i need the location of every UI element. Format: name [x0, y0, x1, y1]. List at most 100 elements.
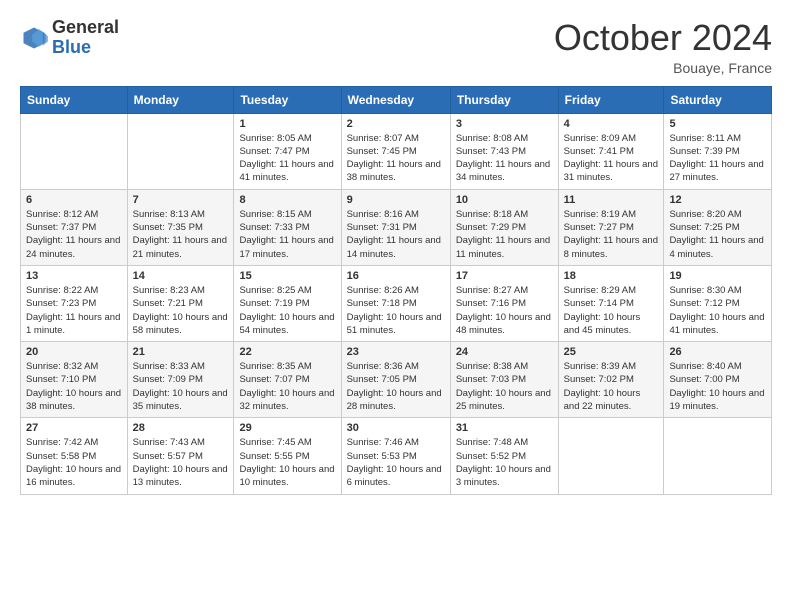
calendar-cell — [127, 113, 234, 189]
calendar-table: SundayMondayTuesdayWednesdayThursdayFrid… — [20, 86, 772, 495]
calendar-cell: 21Sunrise: 8:33 AM Sunset: 7:09 PM Dayli… — [127, 342, 234, 418]
calendar-cell — [664, 418, 772, 494]
day-number: 26 — [669, 346, 766, 358]
month-title: October 2024 — [554, 18, 772, 58]
day-info: Sunrise: 8:15 AM Sunset: 7:33 PM Dayligh… — [239, 208, 335, 261]
day-number: 15 — [239, 270, 335, 282]
page: General Blue October 2024 Bouaye, France… — [0, 0, 792, 612]
day-info: Sunrise: 8:11 AM Sunset: 7:39 PM Dayligh… — [669, 132, 766, 185]
calendar-cell: 26 Sunrise: 8:40 AM Sunset: 7:00 PM Dayli… — [664, 342, 772, 418]
logo-general-text: General — [52, 17, 119, 37]
header: General Blue October 2024 Bouaye, France — [20, 18, 772, 76]
day-number: 28 — [133, 422, 229, 434]
day-number: 25 — [564, 346, 659, 358]
day-number: 14 — [133, 270, 229, 282]
calendar-cell: 20Sunrise: 8:32 AM Sunset: 7:10 PM Dayli… — [21, 342, 128, 418]
calendar-cell: 27 Sunrise: 7:42 AM Sunset: 5:58 PM Dayli… — [21, 418, 128, 494]
calendar-week-row: 27 Sunrise: 7:42 AM Sunset: 5:58 PM Dayli… — [21, 418, 772, 494]
day-number: 8 — [239, 194, 335, 206]
calendar-week-row: 13 Sunrise: 8:22 AM Sunset: 7:23 PM Dayli… — [21, 265, 772, 341]
calendar-cell — [558, 418, 664, 494]
calendar-cell: 23Sunrise: 8:36 AM Sunset: 7:05 PM Dayli… — [341, 342, 450, 418]
day-number: 31 — [456, 422, 553, 434]
calendar-week-row: 1 Sunrise: 8:05 AM Sunset: 7:47 PM Daylig… — [21, 113, 772, 189]
calendar-cell: 25 Sunrise: 8:39 AM Sunset: 7:02 PM Dayli… — [558, 342, 664, 418]
day-number: 9 — [347, 194, 445, 206]
day-info: Sunrise: 7:48 AM Sunset: 5:52 PM Dayligh… — [456, 436, 553, 489]
calendar-cell: 2Sunrise: 8:07 AM Sunset: 7:45 PM Daylig… — [341, 113, 450, 189]
calendar-cell: 13 Sunrise: 8:22 AM Sunset: 7:23 PM Dayli… — [21, 265, 128, 341]
day-info: Sunrise: 7:43 AM Sunset: 5:57 PM Dayligh… — [133, 436, 229, 489]
logo-blue-text: Blue — [52, 37, 91, 57]
day-info: Sunrise: 8:08 AM Sunset: 7:43 PM Dayligh… — [456, 132, 553, 185]
day-number: 7 — [133, 194, 229, 206]
day-number: 27 — [26, 422, 122, 434]
day-number: 4 — [564, 118, 659, 130]
title-block: October 2024 Bouaye, France — [554, 18, 772, 76]
day-info: Sunrise: 8:23 AM Sunset: 7:21 PM Dayligh… — [133, 284, 229, 337]
calendar-cell — [21, 113, 128, 189]
day-number: 24 — [456, 346, 553, 358]
day-info: Sunrise: 8:13 AM Sunset: 7:35 PM Dayligh… — [133, 208, 229, 261]
calendar-cell: 30 Sunrise: 7:46 AM Sunset: 5:53 PM Dayli… — [341, 418, 450, 494]
day-info: Sunrise: 8:38 AM Sunset: 7:03 PM Dayligh… — [456, 360, 553, 413]
calendar-cell: 29 Sunrise: 7:45 AM Sunset: 5:55 PM Dayli… — [234, 418, 341, 494]
day-info: Sunrise: 8:22 AM Sunset: 7:23 PM Dayligh… — [26, 284, 122, 337]
calendar-cell: 24 Sunrise: 8:38 AM Sunset: 7:03 PM Dayli… — [450, 342, 558, 418]
day-number: 6 — [26, 194, 122, 206]
day-number: 2 — [347, 118, 445, 130]
calendar-day-header: Thursday — [450, 86, 558, 113]
calendar-cell: 16 Sunrise: 8:26 AM Sunset: 7:18 PM Dayli… — [341, 265, 450, 341]
day-number: 3 — [456, 118, 553, 130]
day-info: Sunrise: 8:20 AM Sunset: 7:25 PM Dayligh… — [669, 208, 766, 261]
day-number: 18 — [564, 270, 659, 282]
day-number: 5 — [669, 118, 766, 130]
calendar-cell: 18 Sunrise: 8:29 AM Sunset: 7:14 PM Dayli… — [558, 265, 664, 341]
day-info: Sunrise: 8:26 AM Sunset: 7:18 PM Dayligh… — [347, 284, 445, 337]
day-number: 21 — [133, 346, 229, 358]
day-info: Sunrise: 8:40 AM Sunset: 7:00 PM Dayligh… — [669, 360, 766, 413]
day-number: 22 — [239, 346, 335, 358]
calendar-day-header: Saturday — [664, 86, 772, 113]
day-info: Sunrise: 8:05 AM Sunset: 7:47 PM Dayligh… — [239, 132, 335, 185]
day-info: Sunrise: 7:45 AM Sunset: 5:55 PM Dayligh… — [239, 436, 335, 489]
calendar-cell: 14 Sunrise: 8:23 AM Sunset: 7:21 PM Dayli… — [127, 265, 234, 341]
calendar-cell: 1 Sunrise: 8:05 AM Sunset: 7:47 PM Daylig… — [234, 113, 341, 189]
day-info: Sunrise: 8:27 AM Sunset: 7:16 PM Dayligh… — [456, 284, 553, 337]
calendar-day-header: Wednesday — [341, 86, 450, 113]
calendar-cell: 15 Sunrise: 8:25 AM Sunset: 7:19 PM Dayli… — [234, 265, 341, 341]
calendar-cell: 12Sunrise: 8:20 AM Sunset: 7:25 PM Dayli… — [664, 189, 772, 265]
day-info: Sunrise: 7:42 AM Sunset: 5:58 PM Dayligh… — [26, 436, 122, 489]
logo: General Blue — [20, 18, 119, 58]
location: Bouaye, France — [554, 60, 772, 76]
calendar-cell: 17 Sunrise: 8:27 AM Sunset: 7:16 PM Dayli… — [450, 265, 558, 341]
calendar-cell: 6 Sunrise: 8:12 AM Sunset: 7:37 PM Daylig… — [21, 189, 128, 265]
day-info: Sunrise: 8:25 AM Sunset: 7:19 PM Dayligh… — [239, 284, 335, 337]
calendar-cell: 7 Sunrise: 8:13 AM Sunset: 7:35 PM Daylig… — [127, 189, 234, 265]
calendar-cell: 9Sunrise: 8:16 AM Sunset: 7:31 PM Daylig… — [341, 189, 450, 265]
day-info: Sunrise: 8:29 AM Sunset: 7:14 PM Dayligh… — [564, 284, 659, 337]
calendar-cell: 28 Sunrise: 7:43 AM Sunset: 5:57 PM Dayli… — [127, 418, 234, 494]
day-info: Sunrise: 8:12 AM Sunset: 7:37 PM Dayligh… — [26, 208, 122, 261]
calendar-cell: 22Sunrise: 8:35 AM Sunset: 7:07 PM Dayli… — [234, 342, 341, 418]
calendar-day-header: Monday — [127, 86, 234, 113]
calendar-cell: 3 Sunrise: 8:08 AM Sunset: 7:43 PM Daylig… — [450, 113, 558, 189]
day-number: 30 — [347, 422, 445, 434]
day-number: 16 — [347, 270, 445, 282]
day-number: 13 — [26, 270, 122, 282]
day-info: Sunrise: 8:39 AM Sunset: 7:02 PM Dayligh… — [564, 360, 659, 413]
logo-text: General Blue — [52, 18, 119, 58]
day-number: 29 — [239, 422, 335, 434]
day-number: 11 — [564, 194, 659, 206]
day-info: Sunrise: 7:46 AM Sunset: 5:53 PM Dayligh… — [347, 436, 445, 489]
calendar-week-row: 6 Sunrise: 8:12 AM Sunset: 7:37 PM Daylig… — [21, 189, 772, 265]
logo-icon — [20, 24, 48, 52]
day-info: Sunrise: 8:18 AM Sunset: 7:29 PM Dayligh… — [456, 208, 553, 261]
day-number: 20 — [26, 346, 122, 358]
day-number: 17 — [456, 270, 553, 282]
calendar-week-row: 20Sunrise: 8:32 AM Sunset: 7:10 PM Dayli… — [21, 342, 772, 418]
day-number: 1 — [239, 118, 335, 130]
calendar-cell: 10Sunrise: 8:18 AM Sunset: 7:29 PM Dayli… — [450, 189, 558, 265]
calendar-cell: 8 Sunrise: 8:15 AM Sunset: 7:33 PM Daylig… — [234, 189, 341, 265]
calendar-cell: 11Sunrise: 8:19 AM Sunset: 7:27 PM Dayli… — [558, 189, 664, 265]
